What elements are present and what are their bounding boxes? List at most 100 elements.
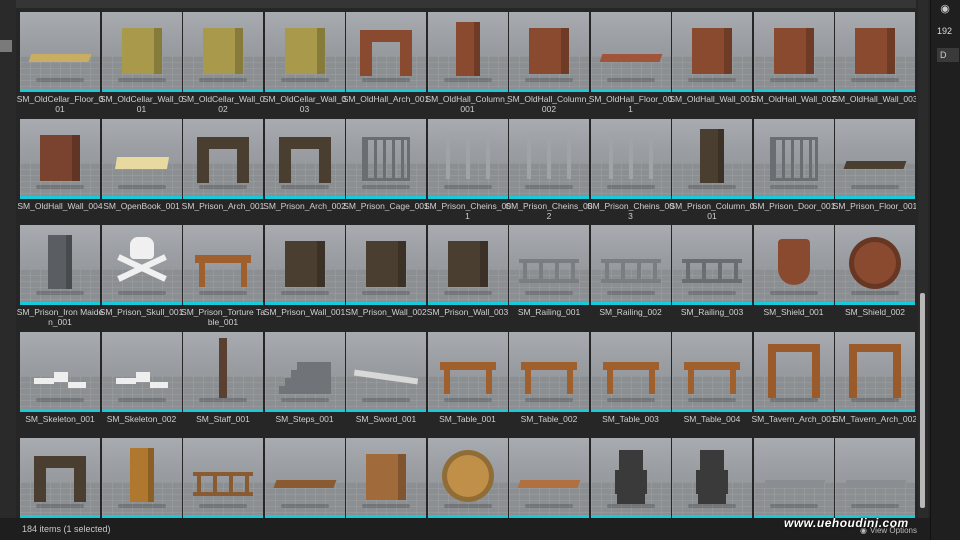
asset-thumbnail: [264, 438, 345, 518]
asset-tile[interactable]: [101, 438, 182, 518]
asset-type-bar: [264, 408, 345, 412]
thumbnail-shadow: [280, 291, 329, 295]
asset-tile[interactable]: SM_Prison_Wall_002: [345, 225, 427, 327]
asset-tile[interactable]: SM_Tavern_Arch_002: [833, 331, 916, 434]
asset-tile[interactable]: SM_OldHall_Floor_001: [589, 12, 672, 114]
asset-tile[interactable]: SM_Table_001: [427, 331, 508, 434]
asset-tile[interactable]: [753, 438, 834, 518]
thumbnail-shadow: [851, 504, 899, 508]
asset-tile[interactable]: SM_Prison_Wall_003: [427, 225, 508, 327]
asset-tile[interactable]: SM_Table_002: [509, 331, 589, 434]
asset-tile[interactable]: SM_Skeleton_002: [101, 331, 182, 434]
asset-tile[interactable]: SM_Table_003: [590, 331, 671, 434]
asset-thumbnail: [346, 331, 426, 412]
asset-type-bar: [427, 89, 508, 92]
asset-tile[interactable]: SM_Prison_Cage_001: [343, 118, 429, 221]
asset-tile[interactable]: SM_Sword_001: [346, 331, 426, 434]
asset-tile[interactable]: SM_Prison_Iron Maiden_001: [17, 225, 103, 327]
thumbnail-shape: [567, 369, 573, 394]
thumbnail-shadow: [280, 397, 329, 402]
asset-type-bar: [835, 195, 915, 199]
thumbnail-floor: [427, 375, 508, 412]
asset-tile[interactable]: SM_Tavern_Arch_001: [751, 331, 836, 434]
thumbnail-shadow: [362, 504, 410, 508]
asset-tile[interactable]: SM_OldHall_Wall_003: [832, 12, 916, 114]
asset-tile[interactable]: [427, 438, 508, 518]
asset-tile[interactable]: SM_Railing_003: [672, 225, 752, 327]
asset-tile[interactable]: SM_OpenBook_001: [101, 118, 182, 221]
asset-tile[interactable]: SM_Shield_001: [753, 225, 834, 327]
thumbnail-shape: [443, 369, 450, 394]
asset-thumbnail: [346, 225, 426, 305]
asset-tile[interactable]: SM_Prison_Torture Table_001: [181, 225, 265, 327]
asset-tile[interactable]: [835, 438, 915, 518]
asset-tile[interactable]: SM_Prison_Arch_002: [263, 118, 346, 221]
thumbnail-shadow: [199, 397, 247, 402]
thumbnail-shape: [648, 134, 653, 179]
asset-label: SM_Prison_Arch_002: [263, 200, 346, 211]
asset-tile[interactable]: SM_Prison_Skull_001: [100, 225, 183, 327]
asset-tile[interactable]: SM_OldCellar_Wall_003: [263, 12, 346, 114]
asset-tile[interactable]: [183, 438, 263, 518]
asset-tile[interactable]: SM_Skeleton_001: [20, 331, 100, 434]
thumbnail-shape: [684, 361, 740, 370]
asset-tile[interactable]: [20, 438, 100, 518]
asset-tile[interactable]: SM_Prison_Column_001: [669, 118, 755, 221]
asset-tile[interactable]: [264, 438, 345, 518]
thumbnail-shadow: [117, 291, 166, 295]
asset-type-bar: [20, 408, 100, 412]
asset-tile[interactable]: SM_Steps_001: [264, 331, 345, 434]
view-options-button[interactable]: ◉ View Options: [860, 526, 917, 535]
thumbnail-shape: [855, 28, 895, 74]
scrollbar-thumb[interactable]: [920, 293, 925, 508]
collapse-tab[interactable]: [0, 40, 12, 52]
panel-doc-tab[interactable]: D: [937, 48, 959, 62]
asset-tile[interactable]: SM_OldHall_Wall_002: [751, 12, 836, 114]
asset-type-bar: [346, 89, 426, 92]
asset-tile[interactable]: SM_Prison_Door_001: [752, 118, 835, 221]
asset-thumbnail: [672, 331, 752, 412]
asset-tile[interactable]: SM_OldHall_Wall_004: [17, 118, 103, 221]
asset-tile[interactable]: SM_Table_004: [672, 331, 752, 434]
asset-type-bar: [672, 302, 752, 305]
thumbnail-shape: [730, 369, 736, 394]
asset-tile[interactable]: SM_OldCellar_Wall_002: [181, 12, 265, 114]
thumbnail-floor: [183, 162, 263, 199]
thumbnail-shape: [849, 237, 901, 289]
eye-icon[interactable]: ◉: [937, 4, 953, 15]
asset-tile[interactable]: SM_Railing_001: [509, 225, 589, 327]
asset-tile[interactable]: SM_OldHall_Column_001: [425, 12, 510, 114]
asset-tile[interactable]: SM_Staff_001: [183, 331, 263, 434]
asset-tile[interactable]: SM_OldHall_Arch_001: [343, 12, 429, 114]
asset-type-bar: [835, 408, 915, 412]
asset-tile[interactable]: SM_Prison_Wall_001: [264, 225, 345, 327]
asset-tile[interactable]: SM_Prison_Cheins_003: [587, 118, 674, 221]
asset-tile[interactable]: SM_OldCellar_Floor_001: [17, 12, 103, 114]
asset-tile[interactable]: [672, 438, 752, 518]
asset-tile[interactable]: [509, 438, 589, 518]
asset-tile[interactable]: SM_Prison_Floor_001: [833, 118, 916, 221]
asset-tile[interactable]: SM_OldCellar_Wall_001: [100, 12, 183, 114]
asset-tile[interactable]: SM_Shield_002: [835, 225, 915, 327]
asset-tile[interactable]: SM_OldHall_Column_002: [507, 12, 591, 114]
thumbnail-floor: [264, 162, 345, 199]
asset-thumbnail: [753, 118, 834, 199]
asset-type-bar: [346, 195, 426, 199]
asset-tile[interactable]: SM_OldHall_Wall_001: [669, 12, 755, 114]
thumbnail-shadow: [443, 397, 492, 402]
thumbnail-floor: [590, 269, 671, 305]
thumbnail-shape: [599, 54, 662, 62]
asset-tile[interactable]: SM_Prison_Cheins_001: [424, 118, 511, 221]
thumbnail-shadow: [769, 78, 818, 82]
thumbnail-floor: [101, 269, 182, 305]
asset-label: SM_Railing_003: [680, 307, 744, 317]
asset-tile[interactable]: [346, 438, 426, 518]
asset-tile[interactable]: SM_Prison_Cheins_002: [506, 118, 592, 221]
asset-grid: SM_OldCellar_Floor_001 SM_OldCellar_Wall_…: [16, 0, 916, 518]
asset-tile[interactable]: SM_Prison_Arch_001: [182, 118, 264, 221]
asset-tile[interactable]: [590, 438, 671, 518]
asset-label: SM_OldHall_Floor_001: [588, 94, 673, 114]
thumbnail-floor: [20, 482, 100, 518]
asset-label: SM_Tavern_Arch_001: [751, 413, 836, 424]
asset-tile[interactable]: SM_Railing_002: [590, 225, 671, 327]
